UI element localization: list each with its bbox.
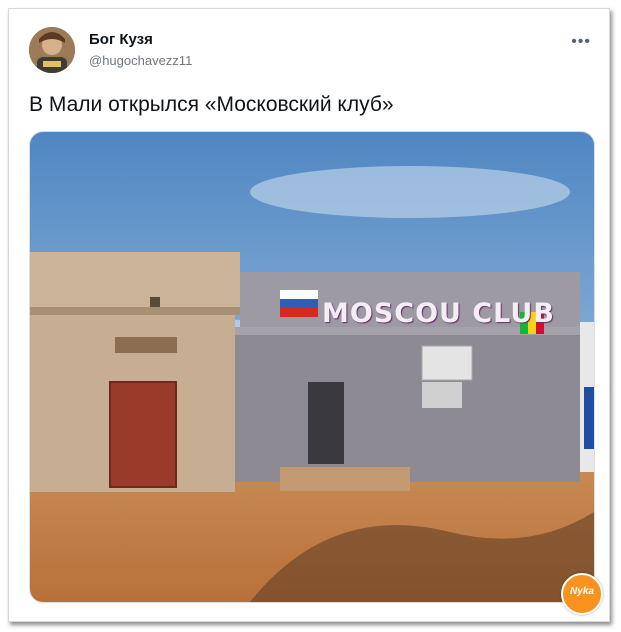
avatar-image [29,27,75,73]
photo-moscou-club [30,132,594,602]
more-options-button[interactable]: ••• [571,33,591,51]
sign-text: MOSCOU CLUB [322,298,555,329]
avatar[interactable] [29,27,75,73]
tweet-photo[interactable]: MOSCOU CLUB [29,131,595,603]
tweet-card: Бог Кузя @hugochavezz11 ••• В Мали откры… [8,8,610,622]
watermark-text: Nyka [570,586,594,597]
author-handle[interactable]: @hugochavezz11 [89,53,192,68]
tweet-text: В Мали открылся «Московский клуб» [29,93,394,116]
watermark-logo: Nyka [561,573,603,615]
author-name[interactable]: Бог Кузя [89,31,153,48]
